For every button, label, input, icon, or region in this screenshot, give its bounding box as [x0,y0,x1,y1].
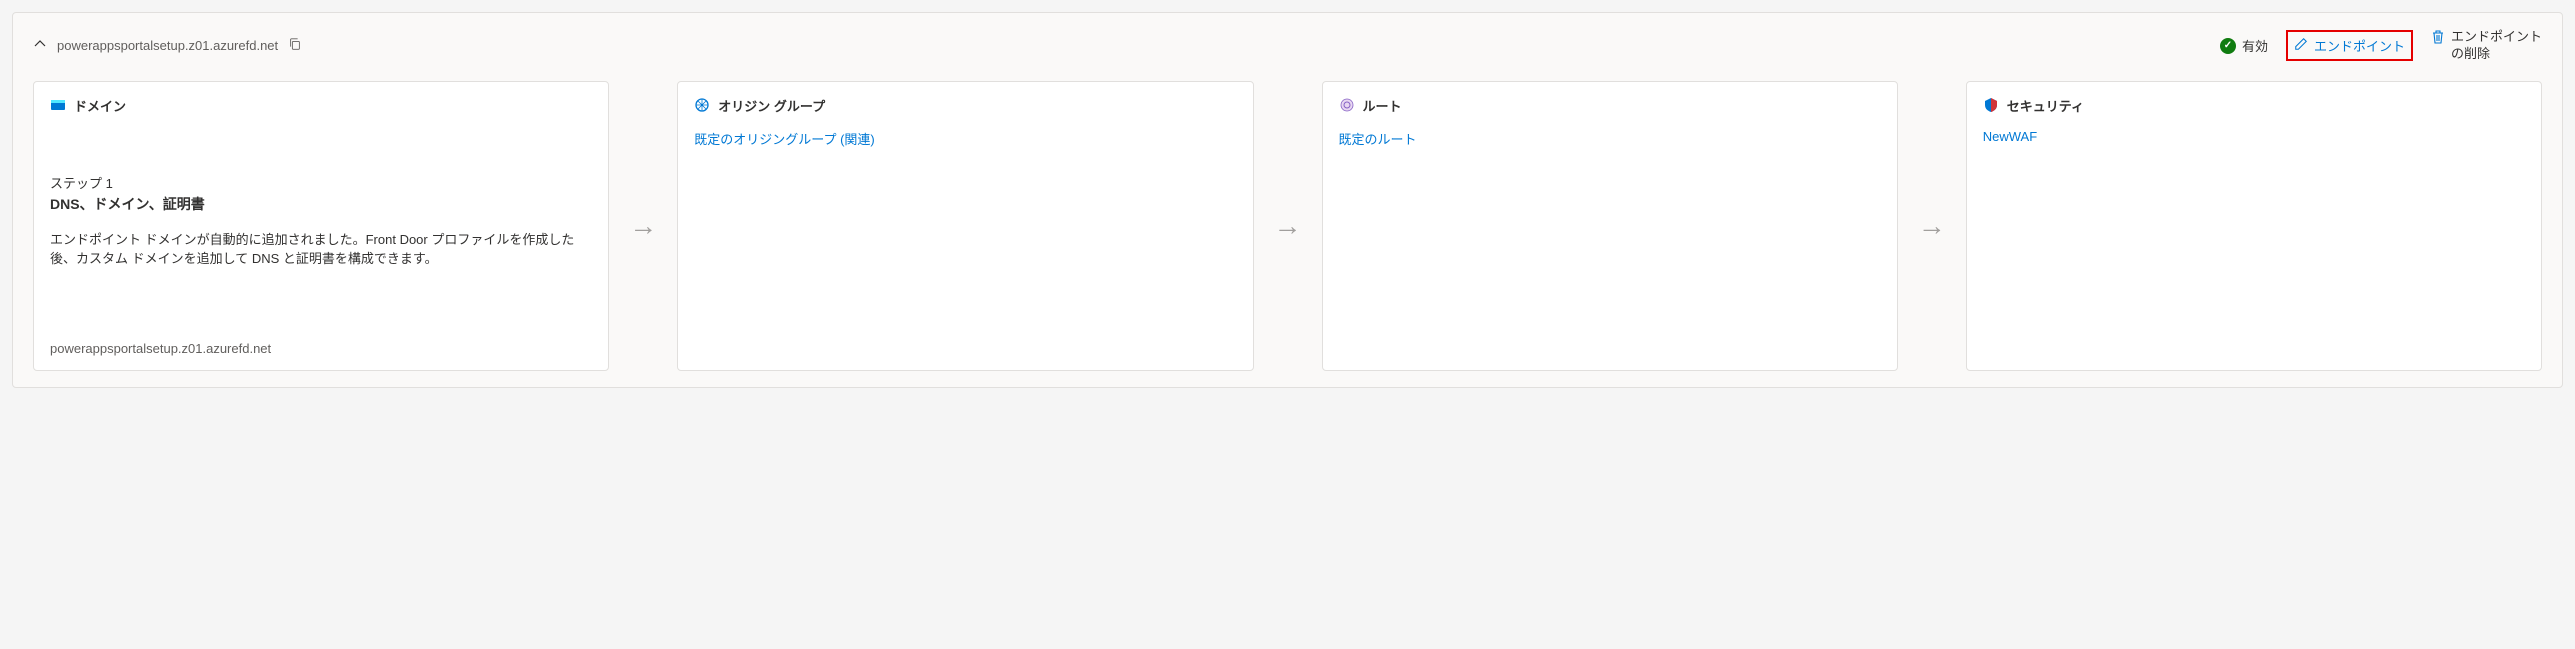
origin-title: オリジン グループ [718,96,825,115]
edit-label: エンドポイント [2314,36,2405,55]
status-badge: 有効 [2220,36,2268,55]
domain-card-header: ドメイン [50,96,592,115]
endpoint-url: powerappsportalsetup.z01.azurefd.net [57,38,278,53]
security-link[interactable]: NewWAF [1983,129,2525,144]
header-left: powerappsportalsetup.z01.azurefd.net [33,37,2220,54]
delete-label: エンドポイント の削除 [2451,29,2542,63]
route-link[interactable]: 既定のルート [1339,129,1881,148]
edit-endpoint-button[interactable]: エンドポイント [2286,30,2413,61]
origin-card-header: オリジン グループ [694,96,1236,115]
check-icon [2220,38,2236,54]
origin-card: オリジン グループ 既定のオリジングループ (関連) [677,81,1253,371]
collapse-toggle[interactable] [33,37,47,54]
domain-step: ステップ 1 DNS、ドメイン、証明書 エンドポイント ドメインが自動的に追加さ… [50,173,592,269]
panel-header: powerappsportalsetup.z01.azurefd.net 有効 … [33,29,2542,63]
security-title: セキュリティ [2007,96,2084,115]
arrow-icon: → [1272,81,1304,371]
trash-icon [2431,29,2445,48]
pencil-icon [2294,37,2308,54]
domain-footer: powerappsportalsetup.z01.azurefd.net [50,341,592,356]
security-card-header: セキュリティ [1983,96,2525,115]
route-title: ルート [1363,96,1402,115]
origin-link[interactable]: 既定のオリジングループ (関連) [694,129,1236,148]
route-card-header: ルート [1339,96,1881,115]
step-title: DNS、ドメイン、証明書 [50,194,592,214]
cards-row: ドメイン ステップ 1 DNS、ドメイン、証明書 エンドポイント ドメインが自動… [33,81,2542,371]
header-right: 有効 エンドポイント エンドポイント の削除 [2220,29,2542,63]
security-card: セキュリティ NewWAF [1966,81,2542,371]
route-icon [1339,97,1355,113]
route-card: ルート 既定のルート [1322,81,1898,371]
arrow-icon: → [1916,81,1948,371]
step-description: エンドポイント ドメインが自動的に追加されました。Front Door プロファ… [50,230,592,269]
domain-icon [50,97,66,113]
domain-title: ドメイン [74,96,126,115]
delete-endpoint-button[interactable]: エンドポイント の削除 [2431,29,2542,63]
domain-card: ドメイン ステップ 1 DNS、ドメイン、証明書 エンドポイント ドメインが自動… [33,81,609,371]
arrow-icon: → [627,81,659,371]
endpoint-panel: powerappsportalsetup.z01.azurefd.net 有効 … [12,12,2563,388]
security-icon [1983,97,1999,113]
origin-icon [694,97,710,113]
step-label: ステップ 1 [50,173,592,192]
status-label: 有効 [2242,36,2268,55]
copy-icon[interactable] [288,37,302,54]
